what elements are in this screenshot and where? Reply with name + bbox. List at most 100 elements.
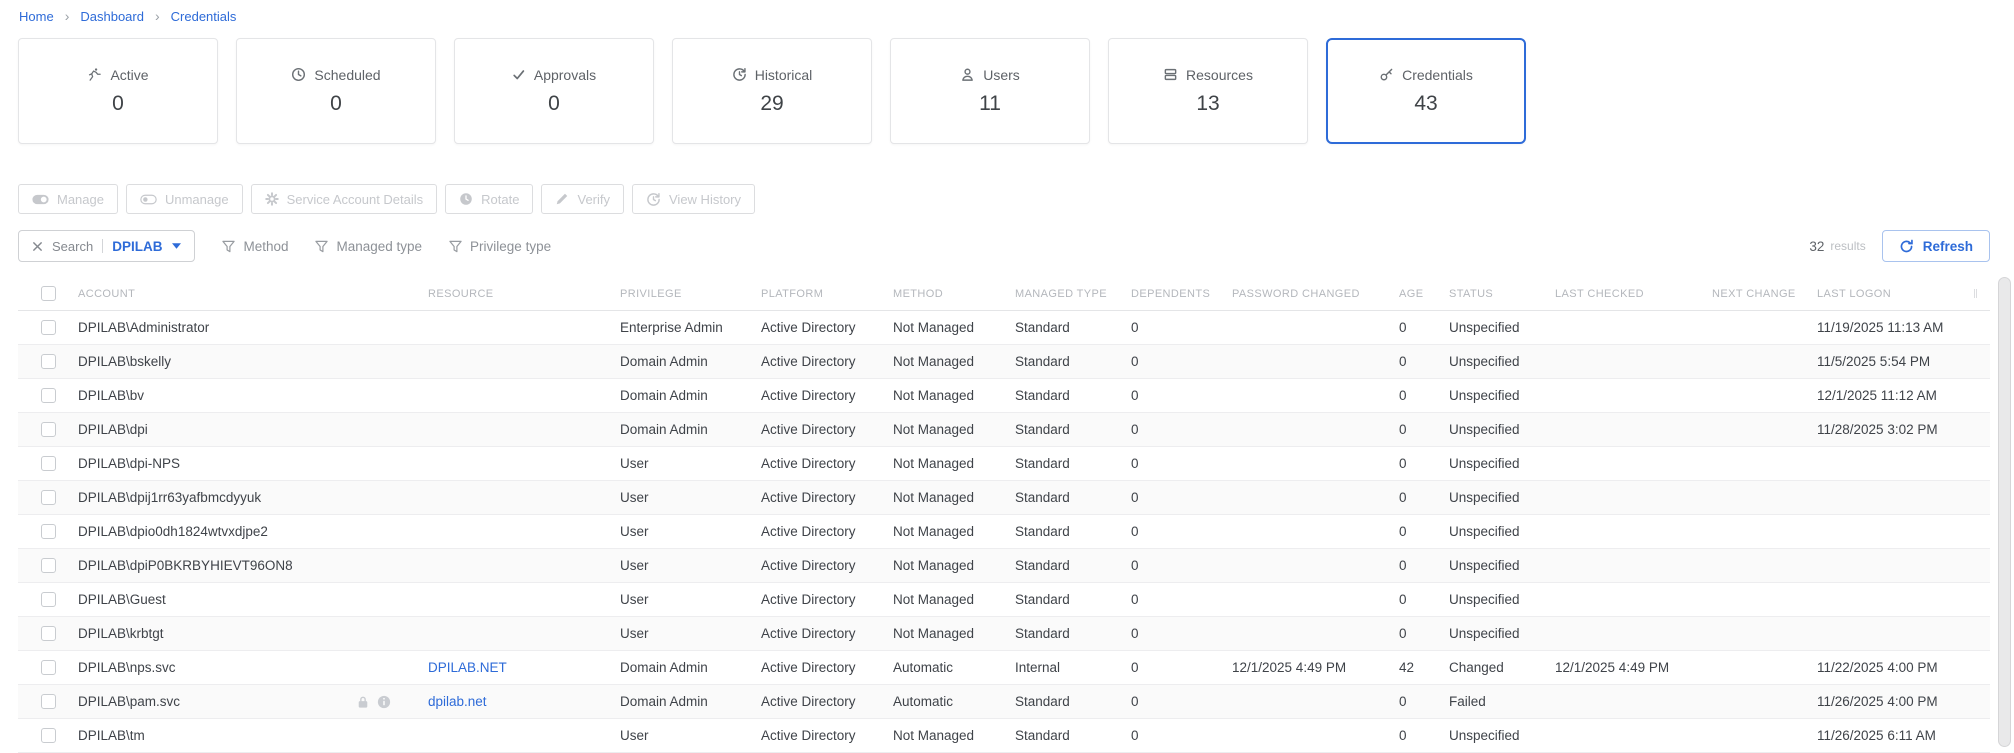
checkbox[interactable] <box>41 456 56 471</box>
view-history-button[interactable]: View History <box>632 184 756 214</box>
cell-platform: Active Directory <box>761 456 856 471</box>
summary-card-historical[interactable]: Historical 29 <box>672 38 872 144</box>
column-header-last-logon[interactable]: LAST LOGON <box>1817 288 1990 300</box>
breadcrumb-credentials[interactable]: Credentials <box>171 9 237 24</box>
column-header-age[interactable]: AGE <box>1399 288 1449 300</box>
action-toolbar: Manage Unmanage Service Account Details Rot… <box>18 184 1996 214</box>
checkbox[interactable] <box>41 490 56 505</box>
table-row: DPILAB\dpi-NPS User Active Directory Not Ma… <box>18 447 1990 481</box>
header-checkbox-cell <box>18 286 78 301</box>
summary-card-approvals[interactable]: Approvals 0 <box>454 38 654 144</box>
cell-account: DPILAB\Administrator <box>78 320 428 335</box>
close-icon[interactable] <box>32 241 43 252</box>
cell-account: DPILAB\Guest <box>78 592 428 607</box>
breadcrumb: Home Dashboard Credentials <box>0 0 2014 24</box>
cell-privilege: Enterprise Admin <box>620 320 723 335</box>
checkbox[interactable] <box>41 660 56 675</box>
service-account-details-button[interactable]: Service Account Details <box>250 184 438 214</box>
checkbox[interactable] <box>41 626 56 641</box>
checkbox[interactable] <box>41 558 56 573</box>
cell-age: 0 <box>1399 320 1407 335</box>
chevron-down-icon[interactable] <box>172 243 182 249</box>
column-header-resource[interactable]: RESOURCE <box>428 288 620 300</box>
resource-link[interactable]: dpilab.net <box>428 694 487 709</box>
column-header-next-change[interactable]: NEXT CHANGE <box>1712 288 1817 300</box>
cell-age: 0 <box>1399 354 1407 369</box>
resource-link[interactable]: DPILAB.NET <box>428 660 507 675</box>
cell-privilege: User <box>620 592 649 607</box>
checkbox[interactable] <box>41 422 56 437</box>
checkbox[interactable] <box>41 524 56 539</box>
checkbox[interactable] <box>41 354 56 369</box>
unmanage-button[interactable]: Unmanage <box>125 184 243 214</box>
cell-last-logon: 11/19/2025 11:13 AM <box>1817 320 1944 335</box>
cell-age: 0 <box>1399 456 1407 471</box>
cell-platform: Active Directory <box>761 354 856 369</box>
chevron-right-icon <box>155 8 160 24</box>
cell-status: Unspecified <box>1449 422 1520 437</box>
manage-button[interactable]: Manage <box>18 184 118 214</box>
cell-age: 0 <box>1399 558 1407 573</box>
info-icon <box>377 695 391 709</box>
checkbox[interactable] <box>41 592 56 607</box>
lock-icon <box>357 695 369 709</box>
refresh-button[interactable]: Refresh <box>1881 230 1990 262</box>
cell-managed-type: Standard <box>1015 592 1070 607</box>
card-value: 0 <box>112 91 124 115</box>
search-filter-pill[interactable]: Search DPILAB <box>18 230 196 262</box>
column-header-method[interactable]: METHOD <box>893 288 1015 300</box>
summary-card-credentials[interactable]: Credentials 43 <box>1326 38 1526 144</box>
verify-button[interactable]: Verify <box>541 184 624 214</box>
vertical-scrollbar[interactable] <box>1998 277 2011 747</box>
credentials-table: ACCOUNT RESOURCE PRIVILEGE PLATFORM METHOD MA… <box>18 277 1990 753</box>
filter-chip-method[interactable]: Method <box>222 239 288 254</box>
breadcrumb-dashboard[interactable]: Dashboard <box>80 9 144 24</box>
summary-card-active[interactable]: Active 0 <box>18 38 218 144</box>
cell-privilege: Domain Admin <box>620 422 708 437</box>
rotate-button[interactable]: Rotate <box>445 184 534 214</box>
cell-platform: Active Directory <box>761 422 856 437</box>
column-header-last-checked[interactable]: LAST CHECKED <box>1555 288 1712 300</box>
checkbox[interactable] <box>41 388 56 403</box>
cell-last-logon: 11/22/2025 4:00 PM <box>1817 660 1938 675</box>
search-filter-value[interactable]: DPILAB <box>112 239 162 254</box>
breadcrumb-home[interactable]: Home <box>19 9 54 24</box>
summary-card-users[interactable]: Users 11 <box>890 38 1090 144</box>
cell-age: 0 <box>1399 490 1407 505</box>
cell-managed-type: Standard <box>1015 354 1070 369</box>
account-name: DPILAB\dpiP0BKRBYHIEVT96ON8 <box>78 558 293 573</box>
cell-age: 0 <box>1399 388 1407 403</box>
divider <box>102 239 104 253</box>
row-checkbox-cell <box>18 524 78 539</box>
cell-last-logon: 12/1/2025 11:12 AM <box>1817 388 1937 403</box>
card-label: Historical <box>754 66 813 83</box>
summary-card-scheduled[interactable]: Scheduled 0 <box>236 38 436 144</box>
cell-password-changed: 12/1/2025 4:49 PM <box>1232 660 1347 675</box>
column-header-managed-type[interactable]: MANAGED TYPE <box>1015 288 1131 300</box>
table-row: DPILAB\Guest User Active Directory Not Mana… <box>18 583 1990 617</box>
cell-status: Unspecified <box>1449 490 1520 505</box>
card-value: 29 <box>760 91 784 115</box>
filter-chip-privilege-type[interactable]: Privilege type <box>449 239 551 254</box>
column-header-platform[interactable]: PLATFORM <box>761 288 893 300</box>
checkbox[interactable] <box>41 286 56 301</box>
funnel-icon <box>315 240 329 253</box>
cell-method: Automatic <box>893 694 954 709</box>
cell-age: 42 <box>1399 660 1415 675</box>
filter-chip-managed-type[interactable]: Managed type <box>315 239 422 254</box>
checkbox[interactable] <box>41 694 56 709</box>
column-header-password-changed[interactable]: PASSWORD CHANGED <box>1232 288 1399 300</box>
card-value: 11 <box>979 91 1001 115</box>
cell-dependents: 0 <box>1131 456 1139 471</box>
cell-dependents: 0 <box>1131 524 1139 539</box>
column-header-dependents[interactable]: DEPENDENTS <box>1131 288 1232 300</box>
column-header-status[interactable]: STATUS <box>1449 288 1555 300</box>
checkbox[interactable] <box>41 320 56 335</box>
cell-method: Not Managed <box>893 320 975 335</box>
column-header-account[interactable]: ACCOUNT <box>78 288 428 300</box>
summary-card-resources[interactable]: Resources 13 <box>1108 38 1308 144</box>
column-header-privilege[interactable]: PRIVILEGE <box>620 288 761 300</box>
cell-age: 0 <box>1399 694 1407 709</box>
account-name: DPILAB\dpi-NPS <box>78 456 181 471</box>
cell-privilege: User <box>620 558 649 573</box>
